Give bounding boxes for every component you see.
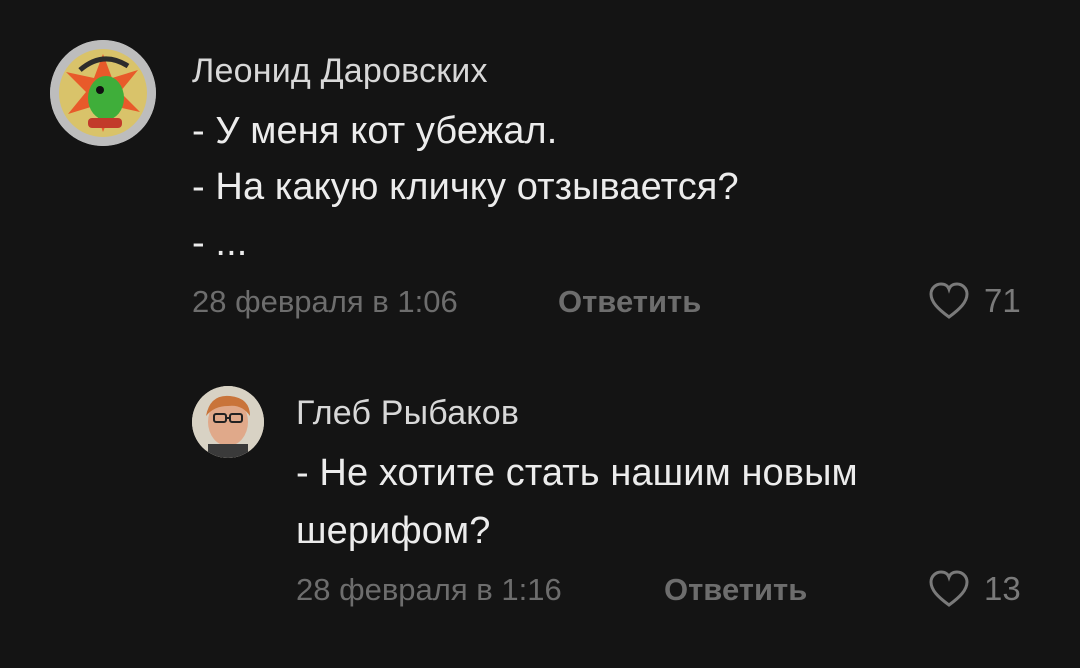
person-photo-icon: [192, 386, 264, 458]
heart-icon: [929, 570, 969, 607]
comment-text-line-2: - На какую кличку отзывается?: [192, 166, 739, 208]
comment-2: Глеб Рыбаков - Не хотите стать нашим нов…: [0, 340, 1080, 668]
like-button[interactable]: 13: [928, 570, 1021, 608]
comment-text-line-1: - У меня кот убежал.: [192, 110, 558, 152]
author-name[interactable]: Леонид Даровских: [192, 52, 488, 91]
like-button[interactable]: 71: [928, 282, 1021, 320]
like-count: 71: [984, 282, 1021, 319]
comment-date: 28 февраля в 1:16: [296, 572, 562, 607]
reply-button[interactable]: Ответить: [558, 284, 701, 320]
comment-text-line-1: - Не хотите стать нашим новым: [296, 452, 858, 494]
comment-text-line-2: шерифом?: [296, 510, 491, 552]
avatar-1[interactable]: [50, 40, 156, 146]
comment-date: 28 февраля в 1:06: [192, 284, 458, 319]
reply-button[interactable]: Ответить: [664, 572, 807, 608]
cartoon-lizard-badge-icon: [50, 40, 156, 146]
comment-1: Леонид Даровских - У меня кот убежал. - …: [0, 0, 1080, 340]
heart-icon: [929, 282, 969, 319]
avatar-2[interactable]: [192, 386, 264, 458]
like-count: 13: [984, 570, 1021, 607]
author-name[interactable]: Глеб Рыбаков: [296, 394, 519, 433]
comment-text-line-3: - ...: [192, 222, 248, 264]
